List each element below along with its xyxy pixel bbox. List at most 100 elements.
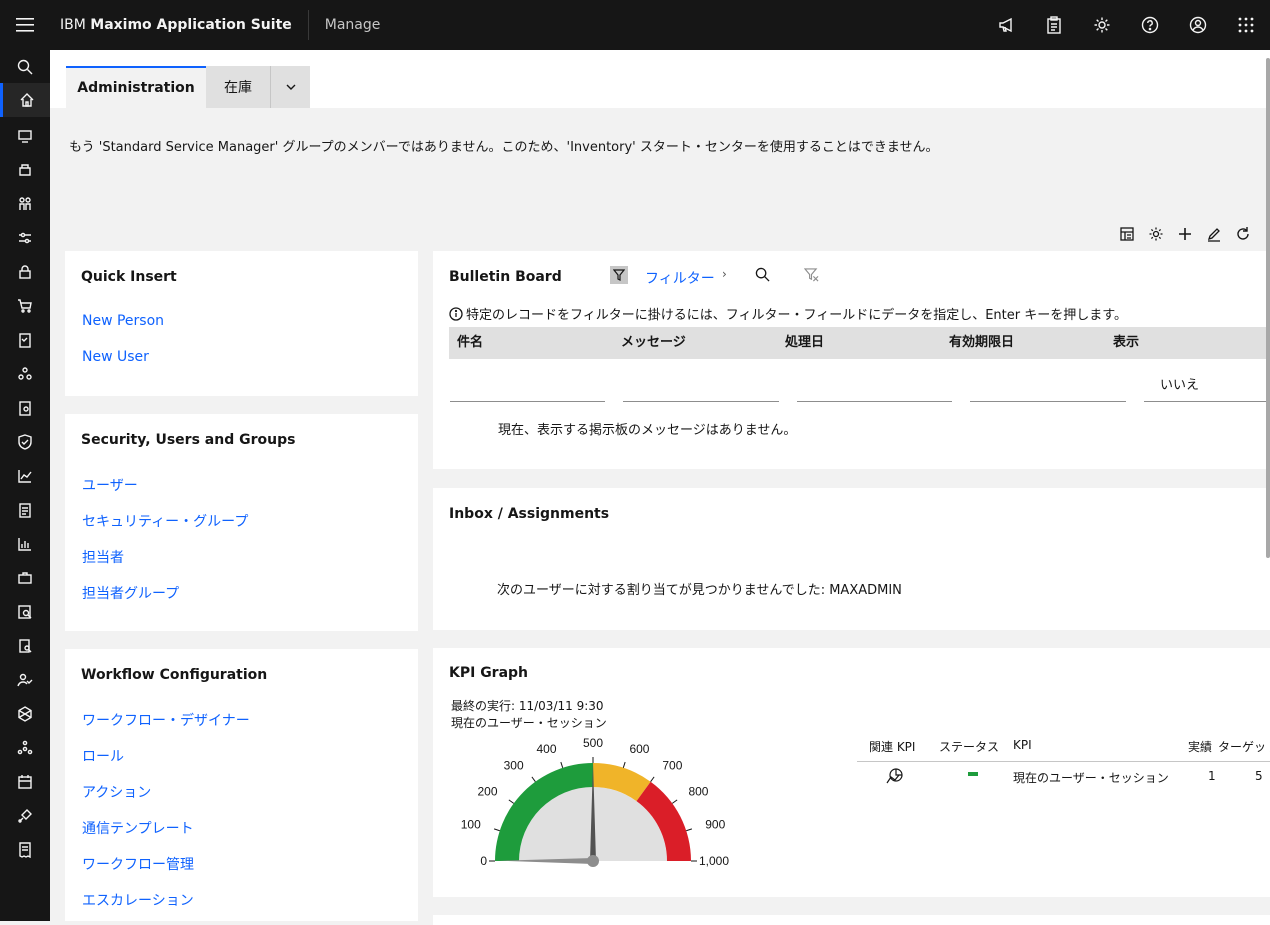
gauge-tick-label: 100 (461, 818, 481, 832)
tab-dropdown-button[interactable] (270, 66, 310, 108)
network-icon[interactable] (0, 357, 50, 391)
refresh-icon[interactable] (1231, 224, 1254, 244)
filter-post-date-input[interactable] (797, 401, 952, 402)
tab-inventory[interactable]: 在庫 (206, 66, 270, 108)
filter-info-text: 特定のレコードをフィルターに掛けるには、フィルター・フィールドにデータを指定し、… (466, 308, 1127, 323)
group-notice: もう 'Standard Service Manager' グループのメンバーで… (69, 140, 939, 155)
hexagon-icon[interactable] (0, 697, 50, 731)
new-user-link[interactable]: New User (82, 349, 149, 365)
edit-icon[interactable] (1202, 224, 1225, 244)
gauge-tick-label: 500 (583, 736, 603, 750)
gauge-tick (493, 828, 500, 832)
col-status[interactable]: ステータス (939, 738, 999, 755)
gauge-tick-label: 800 (688, 785, 708, 799)
user-check-icon[interactable] (0, 663, 50, 697)
menu-icon[interactable] (0, 0, 50, 50)
col-actual[interactable]: 実績 (1188, 738, 1212, 755)
person-groups-link[interactable]: 担当者グループ (82, 583, 179, 603)
clear-filter-icon[interactable] (803, 267, 819, 286)
filter-icon[interactable] (610, 266, 628, 284)
persons-link[interactable]: 担当者 (82, 547, 124, 567)
scrollbar[interactable] (1266, 58, 1270, 558)
report-icon[interactable] (0, 493, 50, 527)
megaphone-icon[interactable] (982, 0, 1030, 50)
workflow-card: Workflow Configuration ワークフロー・デザイナー ロール … (65, 649, 418, 921)
col-expiry-date[interactable]: 有効期限日 (941, 327, 1105, 359)
gauge-tick (531, 776, 536, 783)
new-person-link[interactable]: New Person (82, 313, 164, 329)
col-related-kpi[interactable]: 関連 KPI (869, 738, 915, 755)
kpi-row-name[interactable]: 現在のユーザー・セッション (1013, 769, 1169, 786)
filter-expiry-date-input[interactable] (970, 401, 1126, 402)
col-post-date[interactable]: 処理日 (777, 327, 941, 359)
flow-icon[interactable] (0, 731, 50, 765)
document-search-icon[interactable] (0, 629, 50, 663)
layout-icon[interactable] (1115, 224, 1138, 244)
chart-line-icon[interactable] (0, 459, 50, 493)
workflow-designer-link[interactable]: ワークフロー・デザイナー (82, 710, 250, 730)
user-icon[interactable] (1174, 0, 1222, 50)
bulletin-table-header: 件名 メッセージ 処理日 有効期限日 表示 (449, 327, 1269, 359)
gauge-tick (622, 761, 626, 768)
filter-link[interactable]: フィルター (645, 268, 715, 288)
search-icon[interactable] (0, 50, 50, 84)
col-kpi[interactable]: KPI (1013, 738, 1032, 752)
home-icon[interactable] (0, 83, 50, 117)
add-icon[interactable] (1173, 224, 1196, 244)
checklist-icon[interactable] (0, 323, 50, 357)
brand-prefix: IBM (60, 17, 86, 33)
kpi-row-actual: 1 (1208, 769, 1216, 783)
filter-display-value[interactable]: いいえ (1160, 374, 1199, 393)
assets-icon[interactable] (0, 153, 50, 187)
toolbox-icon[interactable] (0, 561, 50, 595)
actions-link[interactable]: アクション (82, 782, 151, 802)
inspection-icon[interactable] (0, 595, 50, 629)
satellite-icon[interactable] (0, 799, 50, 833)
calendar-icon[interactable] (0, 765, 50, 799)
next-card-edge (433, 915, 1270, 925)
col-subject[interactable]: 件名 (449, 327, 613, 359)
related-kpi-icon[interactable] (885, 767, 905, 785)
security-groups-link[interactable]: セキュリティー・グループ (82, 511, 248, 531)
users-link[interactable]: ユーザー (82, 475, 138, 495)
app-brand[interactable]: IBM Maximo Application Suite (50, 10, 309, 40)
col-message[interactable]: メッセージ (613, 327, 777, 359)
bulletin-board-card: Bulletin Board フィルター › 特定のレコードをフィルターに掛ける… (433, 251, 1270, 469)
communication-templates-link[interactable]: 通信テンプレート (82, 818, 194, 838)
search-icon[interactable] (755, 267, 770, 286)
tab-administration[interactable]: Administration (66, 66, 206, 108)
gear-icon[interactable] (1078, 0, 1126, 50)
security-title: Security, Users and Groups (81, 432, 296, 448)
gauge-tick-label: 200 (478, 785, 498, 799)
inbox-title: Inbox / Assignments (449, 506, 610, 522)
module-name: Manage (324, 17, 381, 33)
help-icon[interactable] (1126, 0, 1174, 50)
workflow-admin-link[interactable]: ワークフロー管理 (82, 854, 194, 874)
gauge-tick-label: 400 (537, 742, 557, 756)
security-card: Security, Users and Groups ユーザー セキュリティー・… (65, 414, 418, 631)
filter-message-input[interactable] (623, 401, 779, 402)
col-target[interactable]: ターゲット (1218, 738, 1270, 755)
shield-icon[interactable] (0, 425, 50, 459)
filter-subject-input[interactable] (450, 401, 605, 402)
settings-icon[interactable] (1144, 224, 1167, 244)
roles-link[interactable]: ロール (82, 746, 124, 766)
filter-display-input[interactable] (1144, 401, 1270, 402)
escalations-link[interactable]: エスカレーション (82, 890, 194, 910)
clipboard-person-icon[interactable] (0, 391, 50, 425)
people-icon[interactable] (0, 187, 50, 221)
bar-chart-icon[interactable] (0, 527, 50, 561)
chevron-right-icon[interactable]: › (722, 267, 727, 281)
chevron-down-icon (286, 84, 295, 90)
info-icon (449, 306, 463, 321)
cart-icon[interactable] (0, 289, 50, 323)
settings-sliders-icon[interactable] (0, 221, 50, 255)
status-indicator (968, 772, 978, 776)
monitor-icon[interactable] (0, 119, 50, 153)
app-switcher-icon[interactable] (1222, 0, 1270, 50)
col-display[interactable]: 表示 (1105, 327, 1269, 359)
kpi-last-run: 最終の実行: 11/03/11 9:30 (451, 699, 604, 713)
lock-icon[interactable] (0, 255, 50, 289)
clipboard-icon[interactable] (1030, 0, 1078, 50)
receipt-icon[interactable] (0, 833, 50, 867)
